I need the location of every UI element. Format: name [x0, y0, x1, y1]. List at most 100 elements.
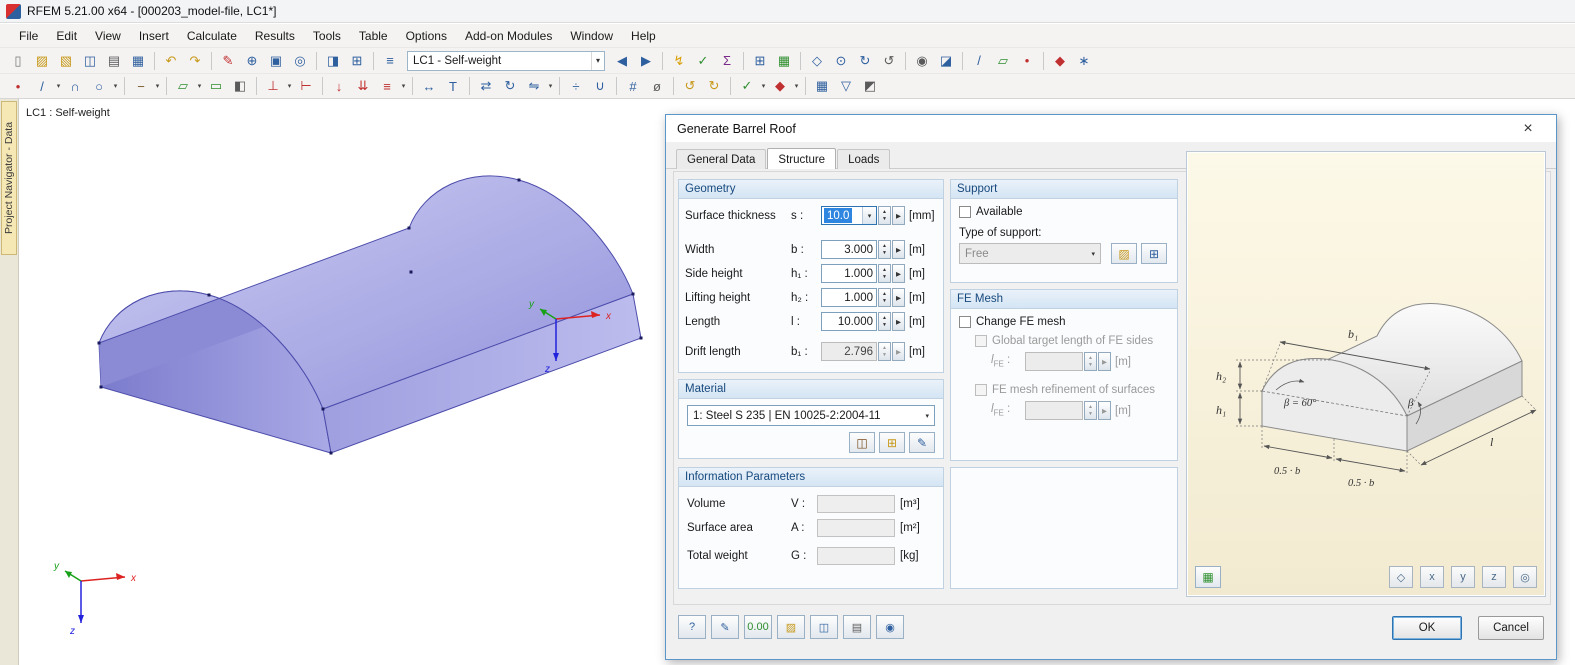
new-material-button[interactable]: ⊞ [879, 432, 905, 453]
generate-tools-caret-icon[interactable]: ▾ [792, 76, 801, 96]
length-input[interactable]: 10.000 [821, 312, 877, 331]
menu-table[interactable]: Table [350, 26, 397, 46]
help-button[interactable]: ? [678, 615, 706, 639]
print-icon[interactable]: ▤ [103, 51, 125, 71]
zoom-in-icon[interactable]: ⊕ [241, 51, 263, 71]
member-icon[interactable]: − [130, 76, 152, 96]
redo-view-icon[interactable]: ↻ [703, 76, 725, 96]
new-surface-icon[interactable]: ▱ [992, 51, 1014, 71]
lifting-height-input[interactable]: 1.000 [821, 288, 877, 307]
barrel-roof-model[interactable]: x y z x y z [19, 99, 679, 659]
open-file-icon[interactable]: ▨ [31, 51, 53, 71]
isometric-view-button[interactable]: ◇ [1389, 566, 1413, 588]
dialog-title-bar[interactable]: Generate Barrel Roof × [666, 115, 1556, 142]
copy-to-clipboard-button[interactable]: ▤ [843, 615, 871, 639]
filter-icon[interactable]: ▽ [835, 76, 857, 96]
menu-file[interactable]: File [10, 26, 47, 46]
redo-icon[interactable]: ↷ [184, 51, 206, 71]
previous-load-case-icon[interactable]: ◀ [611, 51, 633, 71]
arc-icon[interactable]: ∩ [64, 76, 86, 96]
calculate-all-icon[interactable]: ↯ [668, 51, 690, 71]
nodal-load-icon[interactable]: ↓ [328, 76, 350, 96]
menu-tools[interactable]: Tools [304, 26, 350, 46]
menu-view[interactable]: View [86, 26, 130, 46]
edit-tools-caret-icon[interactable]: ▾ [546, 76, 555, 96]
tab-general-data[interactable]: General Data [676, 149, 766, 169]
surface-icon[interactable]: ▱ [172, 76, 194, 96]
tables-panel-icon[interactable]: ⊞ [346, 51, 368, 71]
undo-view-icon[interactable]: ↺ [679, 76, 701, 96]
lifting-height-param-button[interactable]: ▶ [892, 288, 905, 307]
support-library-button[interactable]: ▨ [1111, 243, 1137, 264]
tab-structure[interactable]: Structure [767, 148, 836, 169]
side-height-spinner[interactable]: ▲▼ [878, 264, 891, 283]
view-in-z-button[interactable]: z [1482, 566, 1506, 588]
generate-model-icon[interactable]: ◆ [769, 76, 791, 96]
menu-calculate[interactable]: Calculate [178, 26, 246, 46]
circle-icon[interactable]: ○ [88, 76, 110, 96]
solid-icon[interactable]: ◧ [229, 76, 251, 96]
table-view-icon[interactable]: ▦ [811, 76, 833, 96]
tab-loads[interactable]: Loads [837, 149, 890, 169]
preview-button[interactable]: ◉ [876, 615, 904, 639]
ok-button[interactable]: OK [1392, 616, 1462, 640]
load-case-combobox[interactable]: LC1 - Self-weight ▾ [407, 51, 605, 71]
member-tools-caret-icon[interactable]: ▾ [153, 76, 162, 96]
rotate-icon[interactable]: ↻ [499, 76, 521, 96]
width-spinner[interactable]: ▲▼ [878, 240, 891, 259]
line-icon[interactable]: / [31, 76, 53, 96]
isometric-view-icon[interactable]: ◇ [806, 51, 828, 71]
new-file-icon[interactable]: ▯ [7, 51, 29, 71]
side-height-param-button[interactable]: ▶ [892, 264, 905, 283]
calculation-parameters-icon[interactable]: Σ [716, 51, 738, 71]
generate-mesh-icon[interactable]: ▦ [773, 51, 795, 71]
zoom-all-icon[interactable]: ⊙ [830, 51, 852, 71]
section-plane-icon[interactable]: ◪ [935, 51, 957, 71]
edit-pen-icon[interactable]: ✎ [217, 51, 239, 71]
surface-thickness-param-button[interactable]: ▶ [892, 206, 905, 225]
length-param-button[interactable]: ▶ [892, 312, 905, 331]
side-height-input[interactable]: 1.000 [821, 264, 877, 283]
menu-addon-modules[interactable]: Add-on Modules [456, 26, 561, 46]
material-combobox[interactable]: 1: Steel S 235 | EN 10025-2:2004-11 ▾ [687, 405, 935, 426]
save-parameters-button[interactable]: ◫ [810, 615, 838, 639]
length-spinner[interactable]: ▲▼ [878, 312, 891, 331]
lifting-height-spinner[interactable]: ▲▼ [878, 288, 891, 307]
load-case-icon[interactable]: ≡ [379, 51, 401, 71]
menu-help[interactable]: Help [622, 26, 665, 46]
line-tools-caret-icon[interactable]: ▾ [54, 76, 63, 96]
model-check-icon[interactable]: ✓ [736, 76, 758, 96]
save-picture-button[interactable]: ▦ [1195, 566, 1221, 588]
menu-insert[interactable]: Insert [130, 26, 178, 46]
opening-icon[interactable]: ▭ [205, 76, 227, 96]
check-tools-caret-icon[interactable]: ▾ [759, 76, 768, 96]
support-tools-caret-icon[interactable]: ▾ [285, 76, 294, 96]
load-tools-caret-icon[interactable]: ▾ [399, 76, 408, 96]
divide-line-icon[interactable]: ÷ [565, 76, 587, 96]
menu-window[interactable]: Window [561, 26, 622, 46]
change-fe-mesh-checkbox[interactable] [959, 316, 971, 328]
next-load-case-icon[interactable]: ▶ [635, 51, 657, 71]
measure-icon[interactable]: ø [646, 76, 668, 96]
surface-thickness-input[interactable]: 10.0 ▾ [821, 206, 877, 225]
surface-load-icon[interactable]: ≡ [376, 76, 398, 96]
dropdown-caret-icon[interactable]: ▾ [921, 412, 929, 420]
view-in-y-button[interactable]: y [1451, 566, 1475, 588]
available-checkbox[interactable] [959, 206, 971, 218]
project-navigator-tab[interactable]: Project Navigator - Data [1, 101, 17, 255]
line-load-icon[interactable]: ⇊ [352, 76, 374, 96]
surface-tools-caret-icon[interactable]: ▾ [195, 76, 204, 96]
connect-lines-icon[interactable]: ∪ [589, 76, 611, 96]
navigator-panel-icon[interactable]: ◨ [322, 51, 344, 71]
load-parameters-button[interactable]: ▨ [777, 615, 805, 639]
menu-options[interactable]: Options [397, 26, 456, 46]
nodal-support-icon[interactable]: ⊥ [262, 76, 284, 96]
view-in-x-button[interactable]: x [1420, 566, 1444, 588]
open-project-icon[interactable]: ▧ [55, 51, 77, 71]
edit-support-type-button[interactable]: ⊞ [1141, 243, 1167, 264]
width-input[interactable]: 3.000 [821, 240, 877, 259]
comment-icon[interactable]: T [442, 76, 464, 96]
comment-button[interactable]: ✎ [711, 615, 739, 639]
printout-report-icon[interactable]: ▦ [127, 51, 149, 71]
cancel-button[interactable]: Cancel [1478, 616, 1544, 640]
